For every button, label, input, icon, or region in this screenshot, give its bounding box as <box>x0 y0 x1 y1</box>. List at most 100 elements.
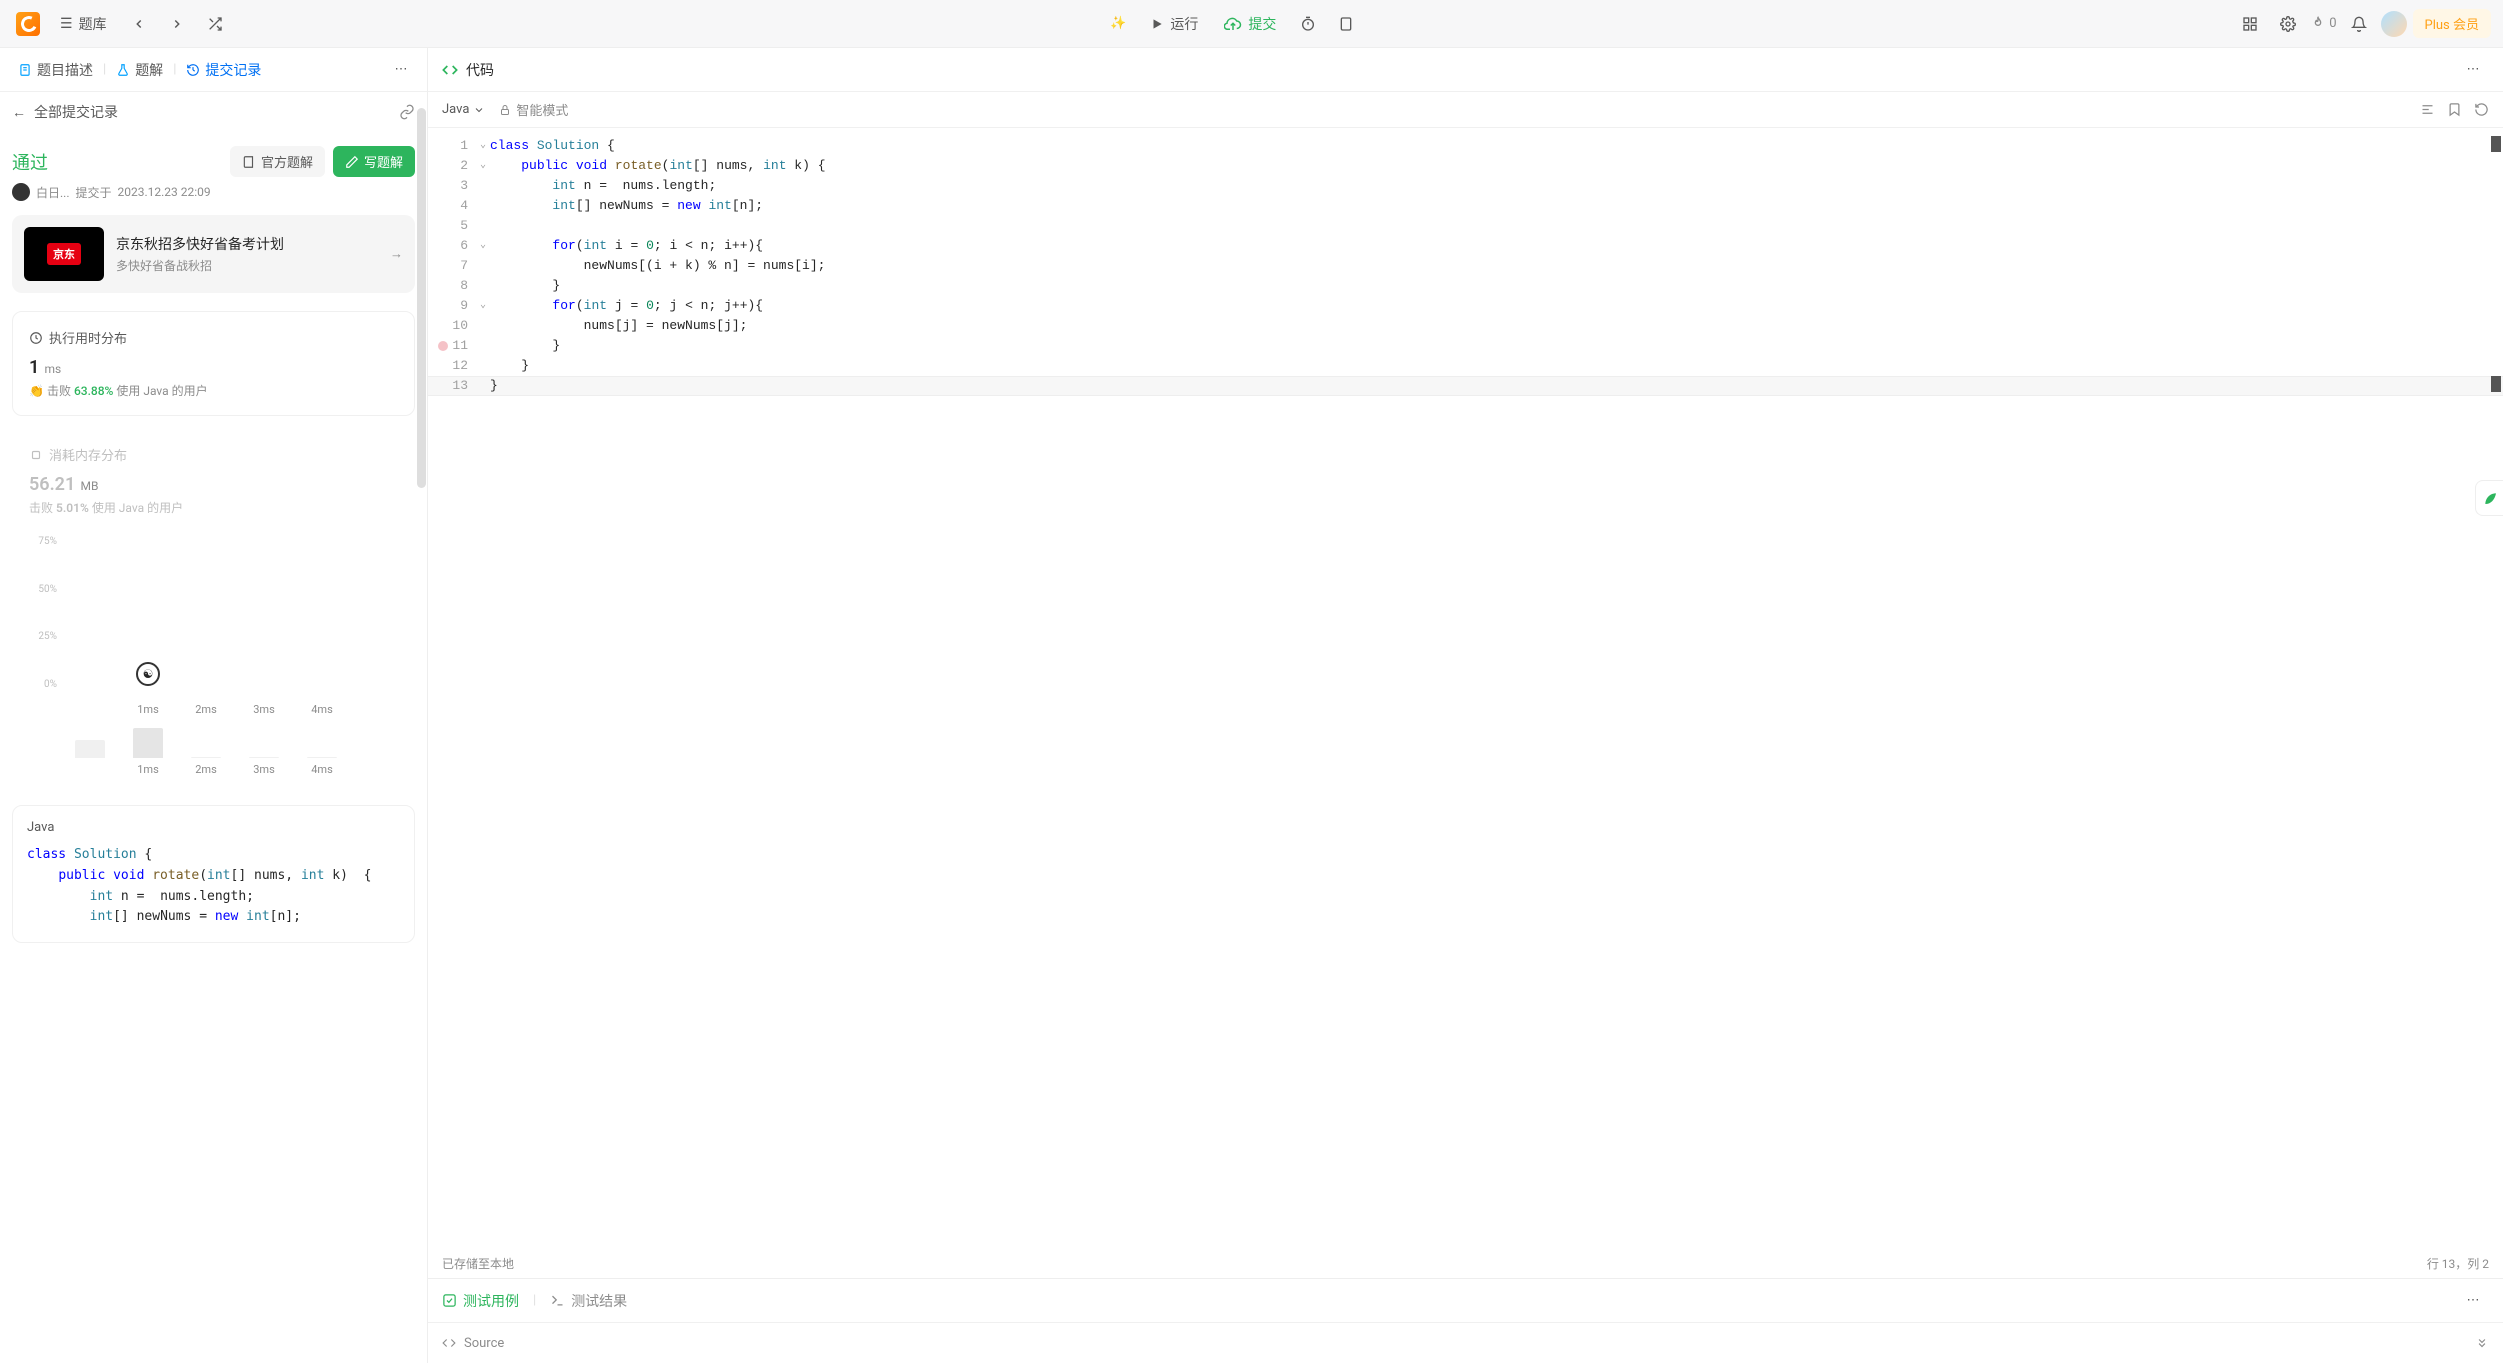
tab-testcases[interactable]: 测试用例 <box>442 1291 519 1311</box>
code-more-button[interactable]: ⋯ <box>2457 54 2489 86</box>
submission-header: ← 全部提交记录 <box>0 92 427 132</box>
tab-description[interactable]: 题目描述 <box>10 54 101 86</box>
tab-solution-label: 题解 <box>135 60 163 80</box>
clap-icon: 👏 <box>29 384 44 398</box>
notes-button[interactable] <box>1330 8 1362 40</box>
code-editor[interactable]: 12345678910111213 ⌄⌄⌄⌄ class Solution { … <box>428 128 2503 1248</box>
back-arrow-icon[interactable]: ← <box>12 104 26 121</box>
bookmark-button[interactable] <box>2447 102 2462 117</box>
cloud-upload-icon <box>1224 15 1242 33</box>
format-button[interactable] <box>2420 102 2435 117</box>
right-pane: 代码 ⋯ Java 智能模式 12345678910111213 ⌄⌄⌄⌄ c <box>428 48 2503 1363</box>
plus-badge[interactable]: Plus 会员 <box>2413 9 2491 38</box>
code-title: 代码 <box>466 60 494 80</box>
code-preview-card: Java class Solution { public void rotate… <box>12 805 415 943</box>
write-solution-button[interactable]: 写题解 <box>333 146 415 177</box>
next-problem-button[interactable] <box>161 8 193 40</box>
test-more-button[interactable]: ⋯ <box>2457 1285 2489 1317</box>
runtime-chart: 75%50%25%0% ☯ 1ms2ms3ms4ms <box>29 536 398 716</box>
editor-toolbar: Java 智能模式 <box>428 92 2503 128</box>
edit-icon <box>345 155 359 169</box>
preview-lang: Java <box>27 820 400 835</box>
history-icon <box>186 63 200 77</box>
doc-icon <box>18 63 32 77</box>
promo-card[interactable]: 京东 京东秋招多快好省备考计划 多快好省备战秋招 → <box>12 215 415 293</box>
settings-button[interactable] <box>2272 8 2304 40</box>
runtime-value: 1 <box>29 357 39 378</box>
logo[interactable] <box>12 8 44 40</box>
memory-title: 消耗内存分布 <box>49 445 127 464</box>
memory-card: 消耗内存分布 56.21 MB 击败 5.01% 使用 Java 的用户 75%… <box>12 428 415 793</box>
chevron-down-icon <box>473 104 485 116</box>
code-icon <box>442 1336 456 1350</box>
lock-icon <box>499 104 511 116</box>
source-label: Source <box>464 1336 504 1351</box>
all-submissions-label[interactable]: 全部提交记录 <box>34 102 118 122</box>
problem-list-label: 题库 <box>79 14 107 34</box>
sparkle-button[interactable]: ✨ <box>1102 8 1134 40</box>
streak-count: 0 <box>2329 16 2336 31</box>
streak-counter[interactable]: 0 <box>2310 16 2336 32</box>
mini-avatar <box>12 183 30 201</box>
leaf-icon <box>2482 490 2498 506</box>
left-body: 通过 官方题解 写题解 白日... 提交于 2023.12.23 22:09 <box>0 132 427 1363</box>
link-icon[interactable] <box>399 104 415 120</box>
tab-testresults[interactable]: 测试结果 <box>550 1291 627 1311</box>
smart-mode[interactable]: 智能模式 <box>499 100 568 119</box>
layout-button[interactable] <box>2234 8 2266 40</box>
reset-button[interactable] <box>2474 102 2489 117</box>
memory-value: 56.21 <box>29 474 75 495</box>
editor-statusbar: 已存储至本地 行 13，列 2 <box>428 1248 2503 1278</box>
tab-history[interactable]: 提交记录 <box>178 54 269 86</box>
official-solution-button[interactable]: 官方题解 <box>230 146 325 177</box>
flame-icon <box>2310 16 2326 32</box>
expand-button[interactable] <box>2475 1336 2489 1350</box>
runtime-title: 执行用时分布 <box>49 328 127 347</box>
shuffle-button[interactable] <box>199 8 231 40</box>
submit-button[interactable]: 提交 <box>1214 8 1286 40</box>
memory-chart: 1ms2ms3ms4ms <box>29 728 398 776</box>
arrow-right-icon: → <box>390 246 403 262</box>
play-icon <box>1150 17 1164 31</box>
submit-label: 提交 <box>1248 14 1276 34</box>
tabs-more-button[interactable]: ⋯ <box>385 54 417 86</box>
tab-history-label: 提交记录 <box>205 60 261 80</box>
chip-icon <box>29 448 43 462</box>
check-square-icon <box>442 1293 457 1308</box>
promo-sub: 多快好省备战秋招 <box>116 257 378 274</box>
promo-title: 京东秋招多快好省备考计划 <box>116 234 378 254</box>
bell-button[interactable] <box>2343 8 2375 40</box>
runtime-pct: 63.88% <box>74 384 113 398</box>
runtime-card: 执行用时分布 1 ms 👏 击败 63.88% 使用 Java 的用户 <box>12 311 415 416</box>
submitted-at: 2023.12.23 22:09 <box>118 185 211 199</box>
run-label: 运行 <box>1170 14 1198 34</box>
left-tabs: 题目描述 | 题解 | 提交记录 ⋯ <box>0 48 427 92</box>
preview-code: class Solution { public void rotate(int[… <box>27 845 400 928</box>
source-row: Source <box>428 1323 2503 1363</box>
cursor-position: 行 13，列 2 <box>2427 1255 2489 1272</box>
problem-list-button[interactable]: ☰ 题库 <box>50 8 117 40</box>
clock-icon <box>29 331 43 345</box>
promo-image: 京东 <box>24 227 104 281</box>
code-icon <box>442 62 458 78</box>
float-widget[interactable] <box>2475 480 2503 516</box>
book-icon <box>242 155 256 169</box>
user-avatar[interactable] <box>2381 11 2407 37</box>
left-pane: 题目描述 | 题解 | 提交记录 ⋯ ← 全部提交记录 通过 <box>0 48 428 1363</box>
flask-icon <box>116 63 130 77</box>
run-button[interactable]: 运行 <box>1140 8 1208 40</box>
user-name: 白日... <box>36 184 70 201</box>
prev-problem-button[interactable] <box>123 8 155 40</box>
language-selector[interactable]: Java <box>442 102 485 117</box>
saved-status: 已存储至本地 <box>442 1255 514 1272</box>
editor-minimap[interactable] <box>2489 136 2503 1248</box>
test-section: 测试用例 | 测试结果 ⋯ Source <box>428 1278 2503 1363</box>
terminal-icon <box>550 1293 565 1308</box>
topbar: ☰ 题库 ✨ 运行 提交 0 Plus 会员 <box>0 0 2503 48</box>
timer-button[interactable] <box>1292 8 1324 40</box>
tab-desc-label: 题目描述 <box>37 60 93 80</box>
list-icon: ☰ <box>60 16 73 32</box>
submission-meta: 白日... 提交于 2023.12.23 22:09 <box>12 183 415 201</box>
left-scrollbar[interactable] <box>417 108 426 488</box>
tab-solution[interactable]: 题解 <box>108 54 171 86</box>
